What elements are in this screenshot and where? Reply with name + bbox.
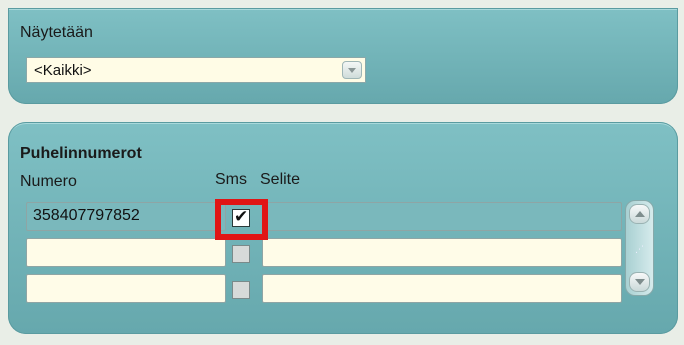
scroll-up-icon[interactable] [629, 204, 650, 224]
selite-field[interactable] [262, 202, 622, 231]
section-title: Puhelinnumerot [20, 145, 142, 162]
filter-select[interactable]: <Kaikki> [26, 57, 366, 83]
rows-scrollbar[interactable]: ⋰ [625, 200, 654, 296]
filter-panel [8, 8, 678, 104]
chevron-down-icon[interactable] [342, 61, 362, 79]
filter-select-value: <Kaikki> [34, 62, 92, 79]
sms-checkbox[interactable] [232, 245, 250, 263]
column-header-selite: Selite [260, 171, 301, 188]
numero-field[interactable] [26, 238, 226, 267]
sms-highlight-frame [215, 199, 268, 240]
grip-icon: ⋰ [635, 244, 644, 254]
sms-checkbox[interactable] [232, 281, 250, 299]
column-header-numero: Numero [20, 173, 77, 190]
filter-label: Näytetään [20, 24, 93, 41]
scroll-down-icon[interactable] [629, 272, 650, 292]
column-header-sms: Sms [215, 171, 247, 188]
form-page: Näytetään <Kaikki> Puhelinnumerot Numero… [0, 0, 684, 345]
numero-field[interactable]: 358407797852 [26, 202, 226, 231]
numero-field[interactable] [26, 274, 226, 303]
selite-field[interactable] [262, 238, 622, 267]
selite-field[interactable] [262, 274, 622, 303]
